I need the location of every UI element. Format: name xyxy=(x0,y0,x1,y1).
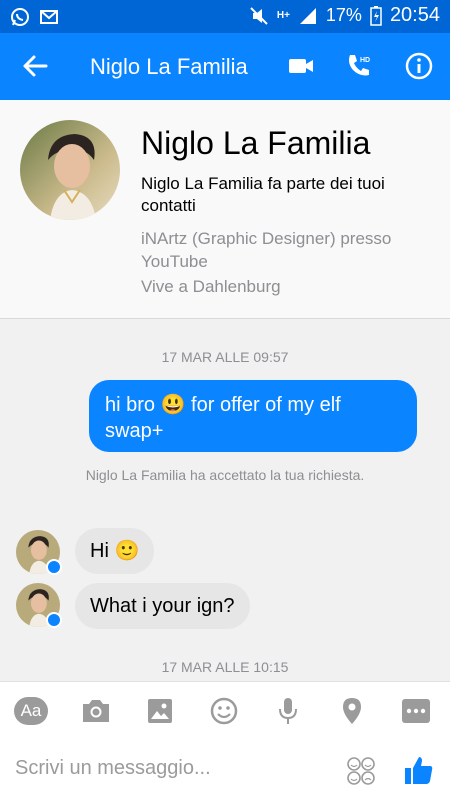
contact-name: Niglo La Familia xyxy=(141,125,371,161)
clock: 20:54 xyxy=(389,4,440,26)
incoming-message[interactable]: Hi 🙂 xyxy=(75,528,155,574)
contact-location: Vive a Dahlenburg xyxy=(141,277,281,296)
contact-avatar[interactable] xyxy=(20,120,120,220)
text-style-label: Aa xyxy=(20,701,42,720)
like-thumbs-up-icon[interactable] xyxy=(403,754,435,786)
camera-icon[interactable] xyxy=(79,696,113,726)
back-arrow-icon[interactable] xyxy=(20,51,50,81)
date-separator: 17 MAR ALLE 10:15 xyxy=(161,659,289,675)
conversation-header: Niglo La Familia HD xyxy=(0,33,450,100)
more-options-icon[interactable] xyxy=(399,696,433,726)
stickers-icon[interactable] xyxy=(346,756,376,786)
sender-avatar[interactable] xyxy=(16,583,62,628)
svg-text:HD: HD xyxy=(360,57,370,64)
hd-call-icon[interactable]: HD xyxy=(344,51,374,81)
sender-avatar[interactable] xyxy=(16,530,62,575)
gallery-icon[interactable] xyxy=(143,696,177,726)
messenger-badge-icon xyxy=(46,612,62,628)
mute-icon xyxy=(250,6,268,25)
date-separator: 17 MAR ALLE 09:57 xyxy=(161,349,289,365)
battery-percentage: 17% xyxy=(325,5,362,25)
signal-icon xyxy=(299,7,316,24)
incoming-message[interactable]: What i your ign? xyxy=(75,583,250,629)
system-message: Niglo La Familia ha accettato la tua ric… xyxy=(85,467,365,483)
contact-work-info: iNArtz (Graphic Designer) presso YouTube xyxy=(141,229,392,271)
network-type: H+ xyxy=(276,9,290,21)
contact-profile-card: Niglo La Familia Niglo La Familia fa par… xyxy=(0,100,450,319)
message-input[interactable] xyxy=(15,757,325,780)
battery-icon xyxy=(370,5,382,26)
contact-relationship-note: Niglo La Familia fa parte dei tuoi conta… xyxy=(141,174,385,215)
messenger-badge-icon xyxy=(46,559,62,575)
whatsapp-icon xyxy=(11,8,29,26)
email-icon xyxy=(40,10,58,24)
composer-toolbar: Aa xyxy=(0,681,450,800)
microphone-icon[interactable] xyxy=(271,696,305,726)
info-icon[interactable] xyxy=(404,51,434,81)
text-style-button[interactable]: Aa xyxy=(14,696,48,726)
conversation-title[interactable]: Niglo La Familia xyxy=(90,54,248,80)
emoji-icon[interactable] xyxy=(207,696,241,726)
location-pin-icon[interactable] xyxy=(335,696,369,726)
outgoing-message[interactable]: hi bro 😃 for offer of my elf swap+ xyxy=(89,380,417,452)
status-bar: H+ 17% 20:54 xyxy=(0,0,450,33)
video-call-icon[interactable] xyxy=(286,51,316,81)
